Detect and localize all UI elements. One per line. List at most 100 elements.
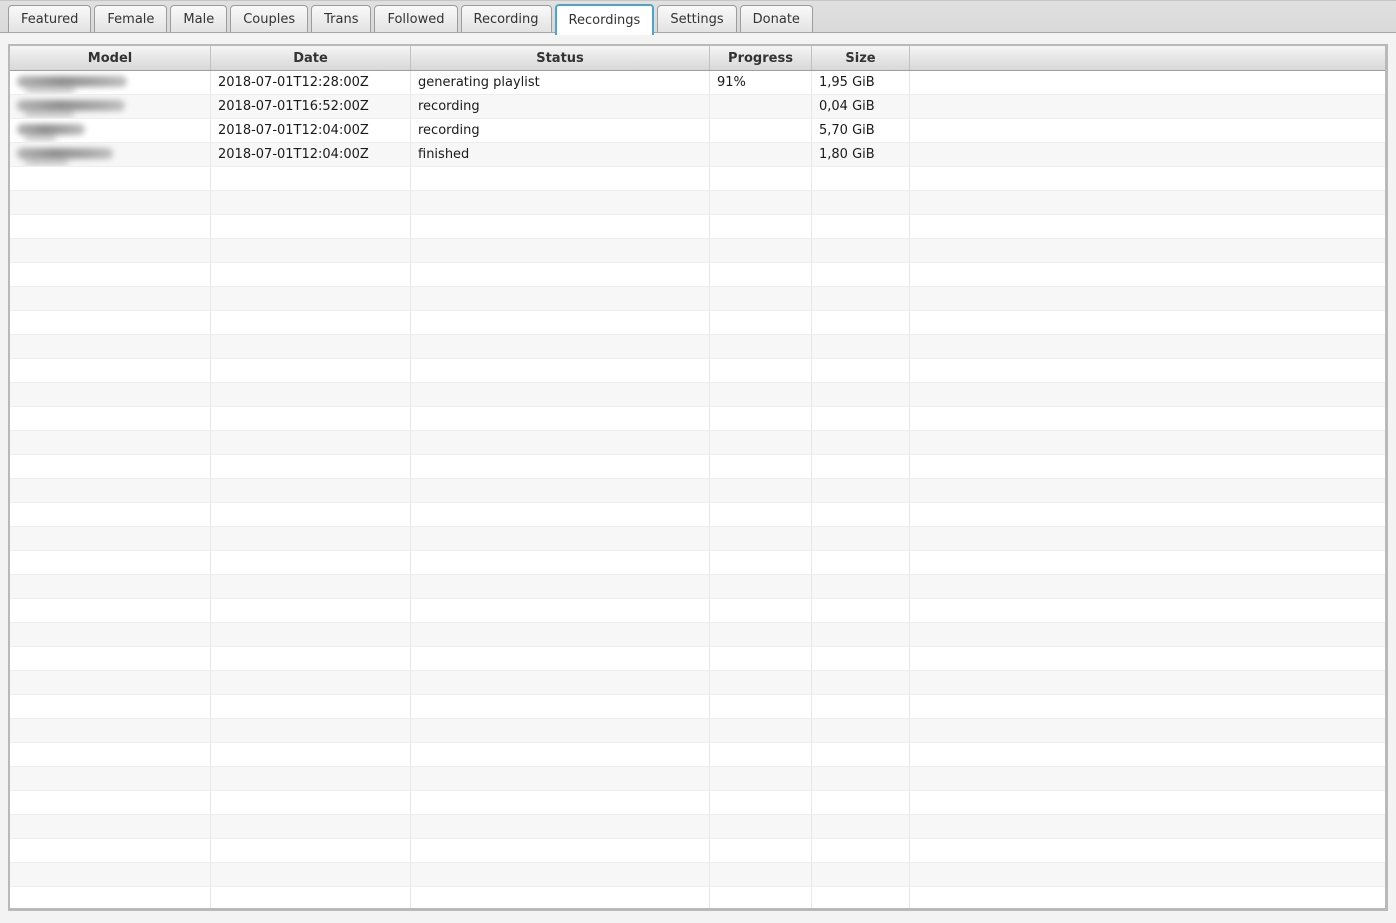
table-row-empty xyxy=(10,743,1385,767)
cell-model xyxy=(10,791,211,814)
cell-size xyxy=(812,671,910,694)
tab-recordings[interactable]: Recordings xyxy=(555,4,655,35)
cell-status xyxy=(411,575,710,598)
table-row-empty xyxy=(10,407,1385,431)
table-row-empty xyxy=(10,191,1385,215)
cell-model xyxy=(10,71,211,94)
table-row[interactable]: 2018-07-01T12:28:00Zgenerating playlist9… xyxy=(10,71,1385,95)
cell-model xyxy=(10,599,211,622)
cell-extra xyxy=(910,359,1385,382)
table-row[interactable]: 2018-07-01T16:52:00Zrecording0,04 GiB xyxy=(10,95,1385,119)
cell-progress xyxy=(710,311,812,334)
column-header-extra[interactable] xyxy=(910,46,1385,70)
tab-female[interactable]: Female xyxy=(94,5,167,32)
cell-extra xyxy=(910,863,1385,886)
cell-date xyxy=(211,407,411,430)
cell-model xyxy=(10,215,211,238)
cell-progress xyxy=(710,551,812,574)
tab-trans[interactable]: Trans xyxy=(311,5,371,32)
cell-extra xyxy=(910,695,1385,718)
table-row-empty xyxy=(10,863,1385,887)
cell-extra xyxy=(910,791,1385,814)
cell-status xyxy=(411,407,710,430)
cell-date xyxy=(211,887,411,910)
cell-size xyxy=(812,479,910,502)
cell-status xyxy=(411,239,710,262)
cell-size xyxy=(812,791,910,814)
column-header-date[interactable]: Date xyxy=(211,46,411,70)
cell-size xyxy=(812,695,910,718)
cell-date xyxy=(211,551,411,574)
cell-model xyxy=(10,527,211,550)
tab-featured[interactable]: Featured xyxy=(8,5,91,32)
redacted-model-name xyxy=(17,124,85,135)
cell-model xyxy=(10,383,211,406)
cell-size xyxy=(812,287,910,310)
cell-date xyxy=(211,191,411,214)
cell-extra xyxy=(910,599,1385,622)
cell-date xyxy=(211,455,411,478)
cell-model xyxy=(10,839,211,862)
table-row-empty xyxy=(10,311,1385,335)
cell-status xyxy=(411,263,710,286)
cell-progress xyxy=(710,887,812,910)
column-header-progress[interactable]: Progress xyxy=(710,46,812,70)
cell-status xyxy=(411,791,710,814)
cell-status xyxy=(411,695,710,718)
cell-progress xyxy=(710,359,812,382)
table-row-empty xyxy=(10,455,1385,479)
cell-model xyxy=(10,695,211,718)
cell-extra xyxy=(910,551,1385,574)
column-header-status[interactable]: Status xyxy=(411,46,710,70)
cell-extra xyxy=(910,95,1385,118)
cell-progress xyxy=(710,479,812,502)
cell-date xyxy=(211,815,411,838)
cell-size: 5,70 GiB xyxy=(812,119,910,142)
cell-progress xyxy=(710,575,812,598)
cell-extra xyxy=(910,383,1385,406)
cell-model xyxy=(10,719,211,742)
tab-couples[interactable]: Couples xyxy=(230,5,308,32)
cell-model xyxy=(10,359,211,382)
cell-extra xyxy=(910,263,1385,286)
cell-model xyxy=(10,239,211,262)
cell-date xyxy=(211,839,411,862)
cell-extra xyxy=(910,575,1385,598)
column-header-model[interactable]: Model xyxy=(10,46,211,70)
cell-model xyxy=(10,263,211,286)
table-row-empty xyxy=(10,503,1385,527)
tab-settings[interactable]: Settings xyxy=(657,5,736,32)
cell-date xyxy=(211,431,411,454)
cell-model xyxy=(10,167,211,190)
cell-extra xyxy=(910,287,1385,310)
cell-date: 2018-07-01T12:04:00Z xyxy=(211,143,411,166)
column-header-size[interactable]: Size xyxy=(812,46,910,70)
cell-date xyxy=(211,503,411,526)
cell-date xyxy=(211,671,411,694)
cell-progress xyxy=(710,839,812,862)
cell-date xyxy=(211,383,411,406)
table-row-empty xyxy=(10,335,1385,359)
cell-date: 2018-07-01T12:04:00Z xyxy=(211,119,411,142)
cell-status xyxy=(411,815,710,838)
cell-progress xyxy=(710,767,812,790)
redacted-model-name xyxy=(17,100,125,111)
tab-male[interactable]: Male xyxy=(170,5,227,32)
cell-date xyxy=(211,695,411,718)
tab-donate[interactable]: Donate xyxy=(740,5,813,32)
table-row-empty xyxy=(10,431,1385,455)
table-row[interactable]: 2018-07-01T12:04:00Zfinished1,80 GiB xyxy=(10,143,1385,167)
table-row-empty xyxy=(10,167,1385,191)
cell-size xyxy=(812,839,910,862)
cell-status xyxy=(411,719,710,742)
tab-followed[interactable]: Followed xyxy=(374,5,457,32)
cell-progress xyxy=(710,119,812,142)
cell-size xyxy=(812,407,910,430)
cell-model xyxy=(10,455,211,478)
cell-size xyxy=(812,815,910,838)
tab-recording[interactable]: Recording xyxy=(461,5,552,32)
cell-extra xyxy=(910,119,1385,142)
cell-date: 2018-07-01T12:28:00Z xyxy=(211,71,411,94)
cell-status xyxy=(411,527,710,550)
table-row[interactable]: 2018-07-01T12:04:00Zrecording5,70 GiB xyxy=(10,119,1385,143)
